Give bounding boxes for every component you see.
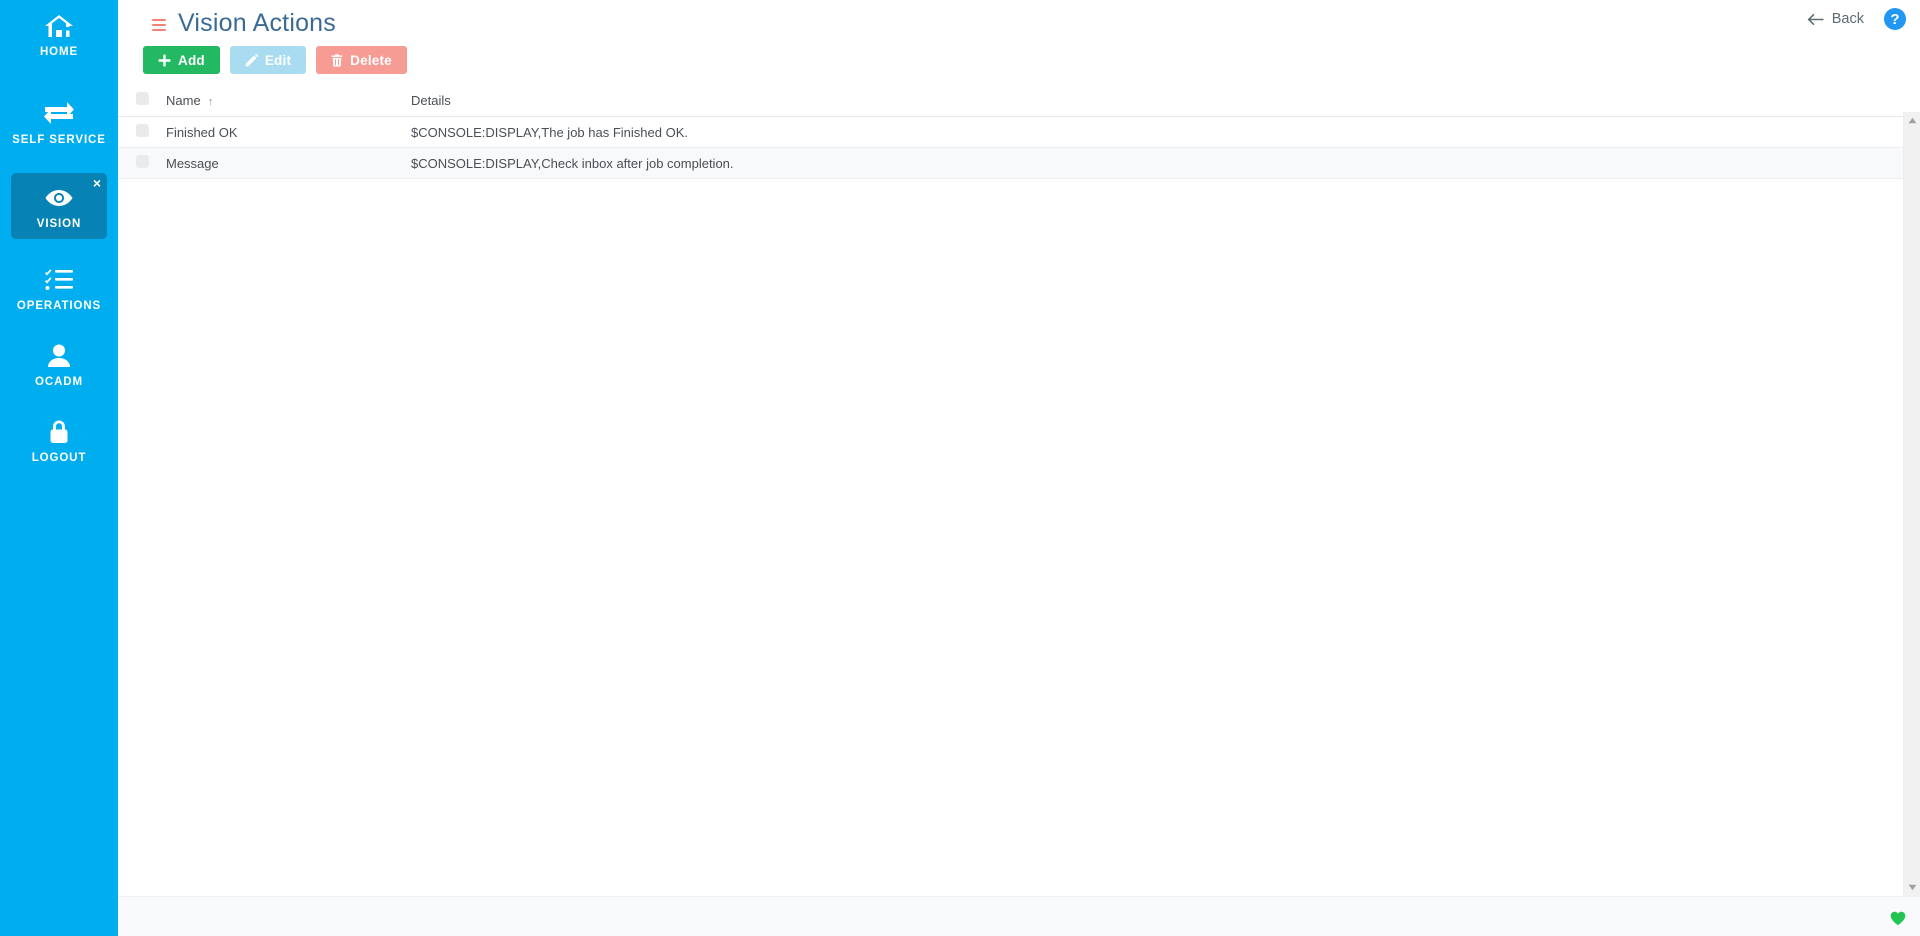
caret-up-icon[interactable] [1904, 112, 1920, 129]
column-header-name-label: Name [166, 92, 201, 108]
add-button-label: Add [178, 52, 205, 68]
select-all-checkbox[interactable] [136, 92, 149, 105]
edit-button[interactable]: Edit [229, 46, 307, 74]
sidebar-item-label: SELF SERVICE [12, 133, 106, 146]
vertical-scrollbar[interactable] [1903, 112, 1920, 896]
data-table-container: Name ↑ Details Finished OK $CONSOLE:DISPL… [118, 86, 1920, 179]
add-button[interactable]: Add [143, 46, 220, 74]
transfer-icon [43, 99, 75, 129]
column-header-details[interactable]: Details [411, 86, 1920, 117]
sidebar-item-ocadm[interactable]: OCADM [0, 326, 118, 402]
column-header-details-label: Details [411, 92, 451, 108]
eye-icon [44, 183, 74, 213]
table-body: Finished OK $CONSOLE:DISPLAY,The job has… [118, 116, 1920, 179]
sidebar-item-label: LOGOUT [31, 451, 87, 464]
sidebar-item-label: OCADM [35, 375, 83, 388]
row-checkbox[interactable] [136, 124, 149, 137]
select-all-column [118, 86, 166, 117]
home-icon [44, 11, 74, 41]
question-mark-icon[interactable]: ? [1884, 8, 1906, 30]
close-icon[interactable]: × [93, 176, 101, 190]
footer-bar [118, 896, 1920, 936]
action-toolbar: Add Edit Delete [118, 46, 1920, 74]
delete-button[interactable]: Delete [316, 46, 407, 74]
row-details-cell: $CONSOLE:DISPLAY,The job has Finished OK… [411, 116, 1920, 148]
main-content: Vision Actions Back ? Add Edit Delete Na… [118, 0, 1920, 936]
row-name-cell: Finished OK [166, 116, 411, 148]
table-header: Name ↑ Details [118, 86, 1920, 117]
sidebar-item-label: OPERATIONS [16, 299, 102, 312]
back-button-label: Back [1831, 11, 1864, 27]
table-row[interactable]: Message $CONSOLE:DISPLAY,Check inbox aft… [118, 147, 1920, 179]
arrow-left-icon [1807, 13, 1824, 26]
table-row[interactable]: Finished OK $CONSOLE:DISPLAY,The job has… [118, 116, 1920, 148]
page-title: Vision Actions [178, 8, 336, 37]
row-name-cell: Message [166, 147, 411, 179]
user-icon [46, 341, 72, 371]
sidebar-item-label: HOME [39, 45, 79, 58]
table-header-row: Name ↑ Details [118, 86, 1920, 117]
delete-button-label: Delete [350, 52, 392, 68]
back-button[interactable]: Back [1803, 8, 1868, 30]
page-header: Vision Actions [118, 0, 1920, 38]
vision-actions-table: Name ↑ Details Finished OK $CONSOLE:DISPL… [118, 86, 1920, 179]
checklist-icon [44, 265, 74, 295]
trash-icon [331, 53, 343, 67]
top-bar: Vision Actions Back ? [118, 0, 1920, 46]
sidebar-item-home[interactable]: HOME [0, 0, 118, 72]
sidebar-item-vision[interactable]: × VISION [11, 173, 107, 239]
app-root: HOME SELF SERVICE × VISION OPERATIONS OC… [0, 0, 1920, 936]
row-checkbox[interactable] [136, 155, 149, 168]
hamburger-icon[interactable] [152, 18, 166, 31]
row-select-cell [118, 147, 166, 179]
sidebar-item-operations[interactable]: OPERATIONS [0, 250, 118, 326]
row-details-cell: $CONSOLE:DISPLAY,Check inbox after job c… [411, 147, 1920, 179]
plus-icon [158, 54, 171, 67]
pencil-icon [245, 53, 258, 67]
sidebar-item-label: VISION [36, 217, 82, 230]
column-header-name[interactable]: Name ↑ [166, 86, 411, 117]
heart-icon [1890, 911, 1906, 927]
sidebar-item-logout[interactable]: LOGOUT [0, 402, 118, 478]
top-right-actions: Back ? [1803, 8, 1906, 30]
lock-icon [47, 417, 71, 447]
sort-ascending-icon: ↑ [207, 95, 214, 108]
caret-down-icon[interactable] [1904, 879, 1920, 896]
row-select-cell [118, 116, 166, 148]
sidebar: HOME SELF SERVICE × VISION OPERATIONS OC… [0, 0, 118, 936]
edit-button-label: Edit [264, 52, 292, 68]
sidebar-item-self-service[interactable]: SELF SERVICE [0, 84, 118, 160]
